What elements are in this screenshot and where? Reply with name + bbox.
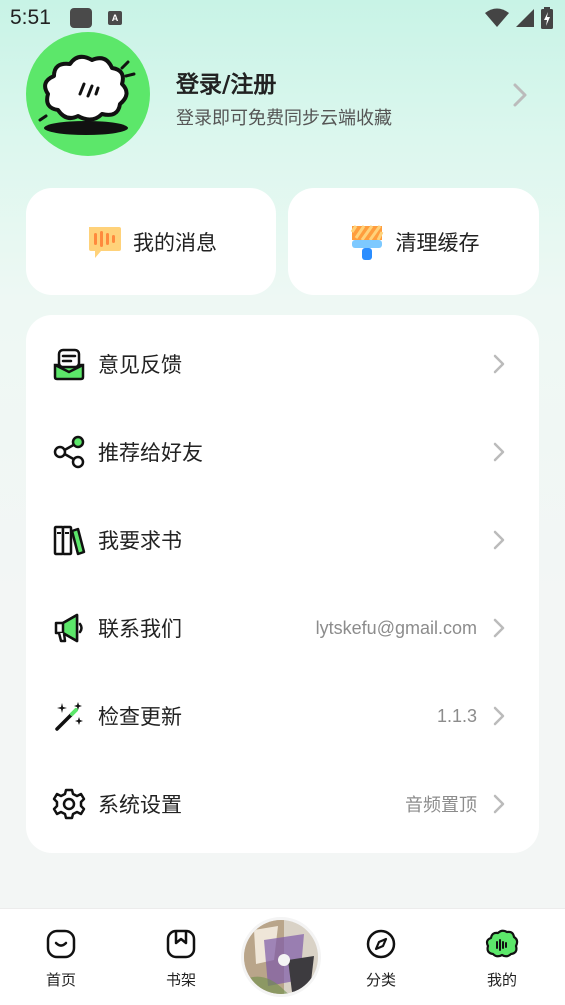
album-cover-icon (244, 920, 318, 994)
contact-email: lytskefu@gmail.com (315, 617, 477, 638)
profile-header[interactable]: 登录/注册 登录即可免费同步云端收藏 (26, 32, 538, 157)
home-icon (46, 929, 76, 959)
status-bar: 5:51 A (0, 0, 565, 36)
menu-item-value: 音频置顶 (405, 795, 477, 815)
menu-item-check-update[interactable]: 检查更新 1.1.3 (26, 672, 539, 760)
menu-item-label: 推荐给好友 (98, 441, 203, 465)
tab-label: 书架 (165, 971, 196, 989)
feedback-icon (51, 346, 87, 382)
menu-item-label: 联系我们 (98, 617, 182, 641)
books-icon (51, 522, 87, 558)
compass-icon (366, 929, 396, 959)
battery-icon (541, 7, 553, 29)
tab-bookshelf[interactable]: 书架 (136, 909, 226, 1005)
menu-item-label: 系统设置 (98, 793, 182, 817)
login-subtitle: 登录即可免费同步云端收藏 (176, 108, 392, 129)
avatar[interactable] (26, 32, 150, 156)
message-icon (89, 226, 121, 258)
menu-item-recommend[interactable]: 推荐给好友 (26, 408, 539, 496)
tab-profile[interactable]: 我的 (457, 909, 547, 1005)
clear-cache-label: 清理缓存 (395, 230, 480, 255)
chevron-right-icon[interactable] (512, 82, 528, 108)
gear-icon (51, 786, 87, 822)
status-icons (485, 7, 553, 29)
clear-cache-card[interactable]: 清理缓存 (288, 188, 539, 295)
menu-item-label: 检查更新 (98, 705, 182, 729)
status-time: 5:51 (10, 6, 51, 29)
cloud-mascot-icon (38, 54, 136, 135)
megaphone-icon (51, 610, 87, 646)
chevron-right-icon (493, 706, 505, 726)
my-messages-label: 我的消息 (133, 230, 217, 255)
wifi-icon (485, 8, 509, 27)
notification-a-icon: A (108, 11, 122, 25)
login-title[interactable]: 登录/注册 (176, 65, 276, 99)
chevron-right-icon (493, 442, 505, 462)
tab-label: 我的 (486, 971, 517, 989)
tab-label: 首页 (45, 971, 76, 989)
chevron-right-icon (493, 794, 505, 814)
bookshelf-icon (166, 929, 196, 959)
bottom-tab-bar: 首页 书架 分类 我的 (0, 908, 565, 1005)
menu-item-contact-us[interactable]: 联系我们 lytskefu@gmail.com (26, 584, 539, 672)
tab-label: 分类 (365, 971, 396, 989)
tab-home[interactable]: 首页 (16, 909, 106, 1005)
settings-menu: 意见反馈 推荐给好友 我要求书 联系我们 lytskefu@gmail.com … (26, 315, 539, 853)
app-version: 1.1.3 (436, 705, 477, 726)
my-messages-card[interactable]: 我的消息 (26, 188, 276, 295)
profile-cloud-icon (485, 929, 519, 958)
chevron-right-icon (493, 618, 505, 638)
chevron-right-icon (493, 530, 505, 550)
menu-item-feedback[interactable]: 意见反馈 (26, 320, 539, 408)
now-playing-disc[interactable] (241, 917, 321, 997)
menu-item-system-settings[interactable]: 系统设置 音频置顶 (26, 760, 539, 848)
chevron-right-icon (493, 354, 505, 374)
magic-wand-icon (51, 698, 87, 734)
brush-icon (350, 224, 383, 260)
tab-categories[interactable]: 分类 (336, 909, 426, 1005)
notification-square-icon (70, 8, 92, 28)
menu-item-label: 意见反馈 (98, 353, 182, 377)
signal-icon (516, 9, 534, 27)
share-icon (51, 434, 87, 470)
menu-item-request-book[interactable]: 我要求书 (26, 496, 539, 584)
menu-item-label: 我要求书 (98, 529, 182, 553)
